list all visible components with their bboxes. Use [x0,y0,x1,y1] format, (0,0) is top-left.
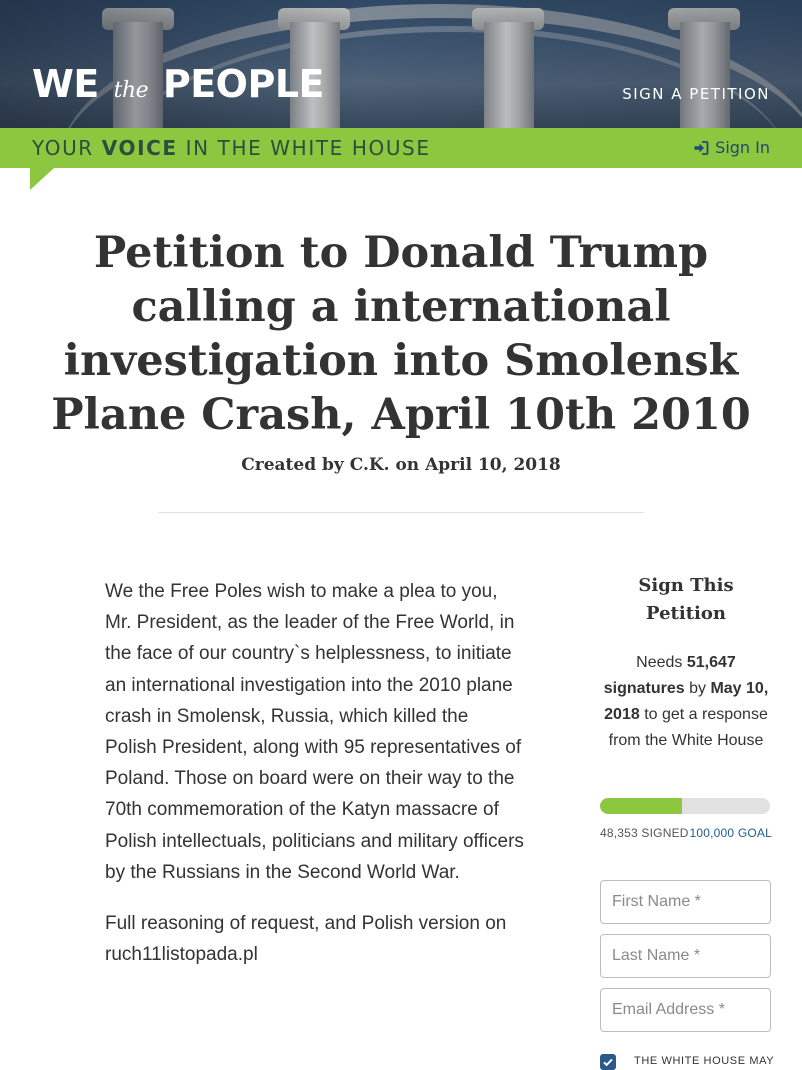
logo-the: the [113,78,149,103]
tagline-bar: YOUR VOICE IN THE WHITE HOUSE Sign In [0,128,802,168]
signature-progress-bar [600,798,770,814]
needs-by: by [684,680,711,697]
title-divider [158,512,644,513]
progress-labels: 48,353 SIGNED 100,000 GOAL [600,826,772,840]
tagline-notch [30,168,54,190]
logo-people: PEOPLE [162,62,325,106]
checkmark-icon [603,1058,613,1067]
header-banner: WE the PEOPLE SIGN A PETITION [0,0,802,128]
sign-panel: Sign This Petition Needs 51,647 signatur… [596,572,776,1070]
tagline: YOUR VOICE IN THE WHITE HOUSE [32,128,431,168]
needs-count: 51,647 [686,654,736,671]
consent-text: THE WHITE HOUSE MAY [634,1055,775,1067]
consent-checkbox[interactable] [600,1054,616,1070]
petition-created-by: Created by C.K. on April 10, 2018 [241,455,561,475]
petition-paragraph: Full reasoning of request, and Polish ve… [105,913,507,966]
tagline-emphasis: VOICE [101,136,178,160]
signed-count: 48,353 SIGNED [600,826,689,840]
petition-body: We the Free Poles wish to make a plea to… [105,576,525,990]
consent-row: THE WHITE HOUSE MAY [600,1054,776,1070]
sign-in-icon [694,141,709,155]
goal-count: 100,000 GOAL [689,826,772,840]
needs-signatures: signatures [603,680,685,697]
tagline-part2: IN THE WHITE HOUSE [177,136,431,160]
petition-paragraph: We the Free Poles wish to make a plea to… [105,581,524,883]
sign-a-petition-link[interactable]: SIGN A PETITION [622,85,770,103]
sign-in-label: Sign In [715,138,770,157]
needs-prefix: Needs [636,654,687,671]
last-name-field[interactable] [600,934,771,978]
signatures-needed: Needs 51,647 signatures by May 10, 2018 … [596,650,776,754]
logo-we: WE [32,62,99,106]
sign-in-link[interactable]: Sign In [693,128,770,168]
first-name-field[interactable] [600,880,771,924]
email-field[interactable] [600,988,771,1032]
signature-progress-fill [600,798,683,814]
tagline-part1: YOUR [32,136,102,160]
we-the-people-logo[interactable]: WE the PEOPLE [32,62,325,113]
sign-heading: Sign This Petition [638,575,734,624]
petition-title: Petition to Donald Trump calling a inter… [51,228,751,440]
